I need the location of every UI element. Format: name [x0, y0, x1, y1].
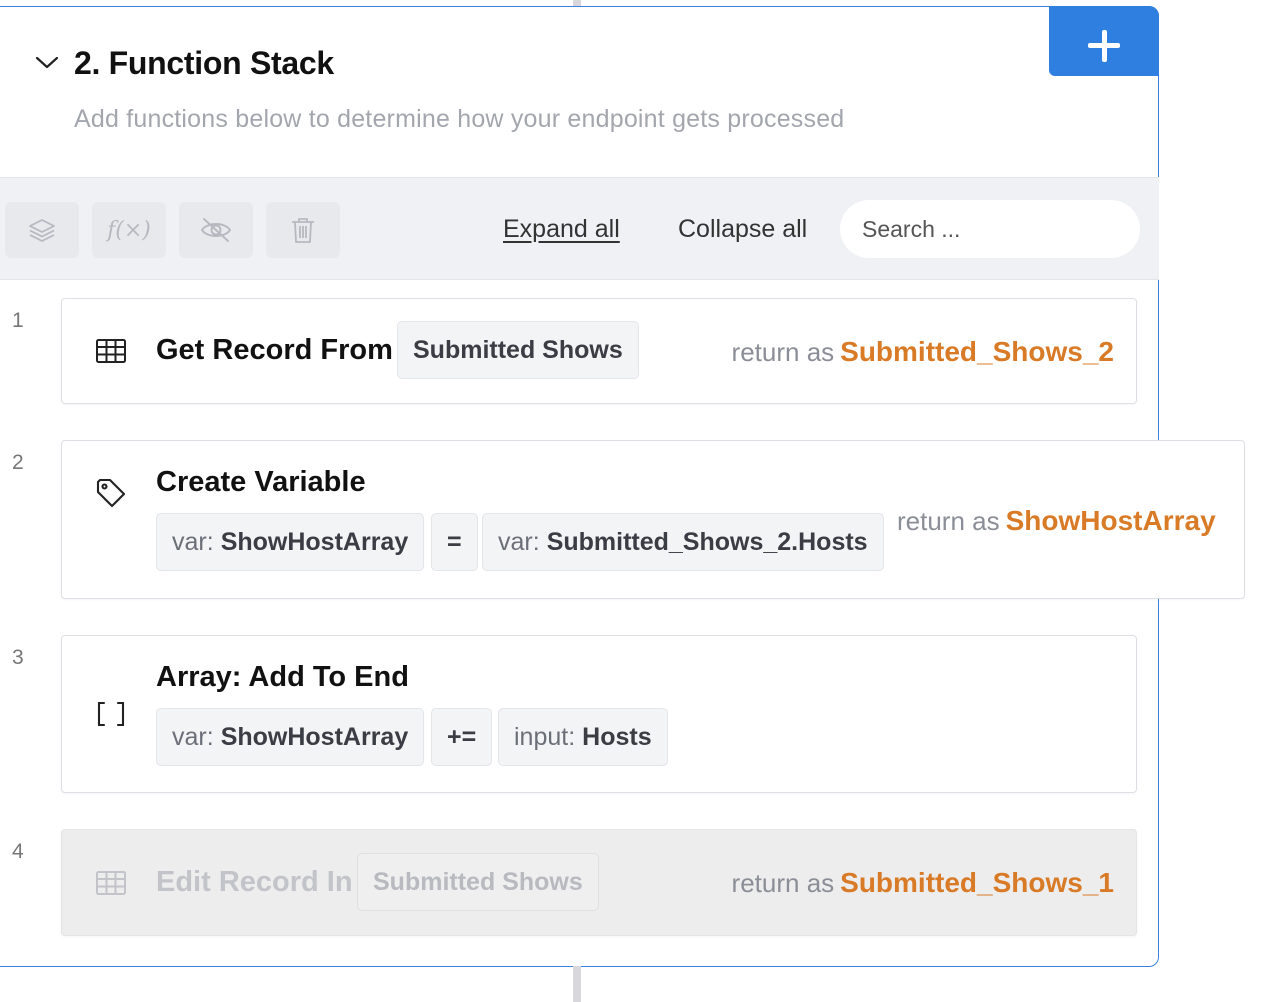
- trash-icon: [292, 218, 314, 243]
- return-as: return as Submitted_Shows_1: [731, 867, 1114, 898]
- chevron-down-icon[interactable]: [34, 52, 60, 74]
- table-pill[interactable]: Submitted Shows: [397, 321, 639, 379]
- function-title: Get Record From: [156, 334, 393, 366]
- step-number: 4: [12, 840, 24, 863]
- function-icon: f(×): [107, 217, 151, 243]
- expand-all-link[interactable]: Expand all: [503, 215, 620, 244]
- flow-connector: [573, 966, 581, 1002]
- function-title: Create Variable: [156, 466, 366, 498]
- step-number: 2: [12, 451, 24, 474]
- eye-off-icon: [200, 218, 232, 242]
- layers-button[interactable]: [5, 202, 79, 258]
- brackets-icon: [94, 697, 128, 731]
- return-as: return as Submitted_Shows_2: [731, 336, 1114, 367]
- step-number: 1: [12, 309, 24, 332]
- return-as: return as ShowHostArray: [897, 505, 1216, 536]
- function-search-input[interactable]: [840, 200, 1140, 258]
- section-title: 2. Function Stack: [74, 45, 334, 81]
- layers-icon: [29, 219, 55, 242]
- function-title: Array: Add To End: [156, 661, 409, 693]
- table-icon: [94, 866, 128, 900]
- operator-pill[interactable]: +=: [431, 708, 493, 766]
- return-variable[interactable]: Submitted_Shows_2: [840, 336, 1114, 367]
- collapse-all-link[interactable]: Collapse all: [678, 215, 807, 244]
- return-variable[interactable]: Submitted_Shows_1: [840, 867, 1114, 898]
- table-icon: [94, 334, 128, 368]
- return-variable[interactable]: ShowHostArray: [1006, 505, 1216, 536]
- variable-pill[interactable]: var: ShowHostArray: [156, 513, 425, 571]
- value-pill[interactable]: input: Hosts: [498, 708, 668, 766]
- delete-button[interactable]: [266, 202, 340, 258]
- tag-icon: [94, 476, 128, 510]
- table-pill[interactable]: Submitted Shows: [357, 853, 599, 911]
- function-title: Edit Record In: [156, 866, 353, 898]
- hide-button[interactable]: [179, 202, 253, 258]
- variable-pill[interactable]: var: ShowHostArray: [156, 708, 425, 766]
- function-button[interactable]: f(×): [92, 202, 166, 258]
- add-function-button[interactable]: [1049, 6, 1159, 76]
- operator-pill[interactable]: =: [431, 513, 478, 571]
- step-number: 3: [12, 646, 24, 669]
- value-pill[interactable]: var: Submitted_Shows_2.Hosts: [482, 513, 884, 571]
- section-subtitle: Add functions below to determine how you…: [74, 105, 845, 133]
